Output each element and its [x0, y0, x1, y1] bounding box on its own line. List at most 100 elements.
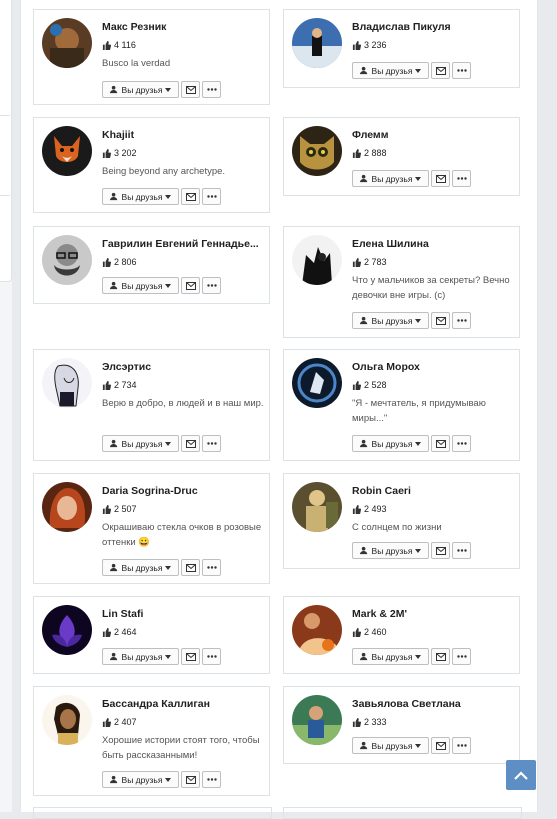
friends-dropdown-button[interactable]: Вы друзья	[102, 277, 179, 294]
friends-dropdown-button[interactable]: Вы друзья	[102, 435, 179, 452]
ellipsis-icon	[206, 442, 217, 445]
friend-card: Гаврилин Евгений Геннадье... 2 806 Вы др…	[33, 226, 270, 304]
message-button[interactable]	[181, 435, 200, 452]
message-button[interactable]	[181, 277, 200, 294]
friends-label: Вы друзья	[121, 191, 163, 202]
message-button[interactable]	[431, 737, 450, 754]
avatar[interactable]	[42, 695, 92, 745]
friends-dropdown-button[interactable]: Вы друзья	[102, 81, 179, 98]
friends-dropdown-button[interactable]: Вы друзья	[352, 648, 429, 665]
card-actions: Вы друзья	[102, 559, 221, 576]
friends-dropdown-button[interactable]: Вы друзья	[102, 771, 179, 788]
avatar[interactable]	[292, 482, 342, 532]
avatar[interactable]	[292, 605, 342, 655]
friends-dropdown-button[interactable]: Вы друзья	[352, 170, 429, 187]
status-text: Верю в добро, в людей и в наш мир.	[102, 398, 264, 409]
avatar[interactable]	[42, 126, 92, 176]
ellipsis-icon	[456, 549, 467, 552]
card-actions: Вы друзья	[352, 648, 471, 665]
friends-label: Вы друзья	[371, 438, 413, 449]
friend-name[interactable]: Daria Sogrina-Druc	[102, 485, 267, 497]
friends-dropdown-button[interactable]: Вы друзья	[102, 188, 179, 205]
more-button[interactable]	[452, 648, 471, 665]
likes-count: 2 464	[102, 627, 137, 637]
friends-dropdown-button[interactable]: Вы друзья	[352, 737, 429, 754]
message-button[interactable]	[181, 559, 200, 576]
avatar[interactable]	[292, 358, 342, 408]
more-button[interactable]	[202, 771, 221, 788]
likes-value: 3 236	[364, 40, 387, 50]
left-sidebar-strip	[0, 0, 12, 812]
avatar-image	[42, 18, 92, 68]
friend-name[interactable]: Khajiit	[102, 129, 267, 141]
more-button[interactable]	[452, 312, 471, 329]
message-button[interactable]	[431, 312, 450, 329]
likes-count: 2 507	[102, 504, 137, 514]
avatar[interactable]	[42, 18, 92, 68]
avatar[interactable]	[292, 126, 342, 176]
more-button[interactable]	[452, 435, 471, 452]
more-button[interactable]	[452, 62, 471, 79]
message-button[interactable]	[431, 648, 450, 665]
friend-name[interactable]: Элсэртис	[102, 361, 267, 373]
envelope-icon	[435, 316, 446, 325]
friend-card: Бассандра Каллиган 2 407 Хорошие истории…	[33, 686, 270, 796]
more-button[interactable]	[202, 81, 221, 98]
friend-name[interactable]: Бассандра Каллиган	[102, 698, 267, 710]
message-button[interactable]	[181, 648, 200, 665]
friend-name[interactable]: Владислав Пикуля	[352, 21, 517, 33]
friend-name[interactable]: Ольга Морох	[352, 361, 517, 373]
thumbs-up-icon	[102, 627, 111, 637]
likes-count: 2 407	[102, 717, 137, 727]
avatar[interactable]	[42, 482, 92, 532]
avatar[interactable]	[42, 358, 92, 408]
ellipsis-icon	[206, 88, 217, 91]
avatar[interactable]	[42, 605, 92, 655]
likes-value: 2 888	[364, 148, 387, 158]
likes-count: 2 806	[102, 257, 137, 267]
avatar[interactable]	[292, 695, 342, 745]
friend-name[interactable]: Robin Caeri	[352, 485, 517, 497]
more-button[interactable]	[202, 188, 221, 205]
friend-name[interactable]: Макс Резник	[102, 21, 267, 33]
message-button[interactable]	[431, 542, 450, 559]
message-button[interactable]	[431, 435, 450, 452]
likes-count: 2 333	[352, 717, 387, 727]
friend-name[interactable]: Завьялова Светлана	[352, 698, 517, 710]
friend-name[interactable]: Елена Шилина	[352, 238, 517, 250]
message-button[interactable]	[181, 188, 200, 205]
avatar[interactable]	[42, 235, 92, 285]
friends-label: Вы друзья	[121, 774, 163, 785]
scroll-to-top-button[interactable]	[506, 760, 536, 790]
thumbs-up-icon	[102, 717, 111, 727]
message-button[interactable]	[181, 81, 200, 98]
friends-dropdown-button[interactable]: Вы друзья	[102, 648, 179, 665]
more-button[interactable]	[202, 277, 221, 294]
thumbs-up-icon	[102, 148, 111, 158]
friend-name[interactable]: Флемм	[352, 129, 517, 141]
more-button[interactable]	[452, 737, 471, 754]
more-button[interactable]	[452, 542, 471, 559]
user-check-icon	[109, 85, 117, 94]
friend-name[interactable]: Гаврилин Евгений Геннадье...	[102, 238, 267, 250]
friends-dropdown-button[interactable]: Вы друзья	[352, 312, 429, 329]
more-button[interactable]	[202, 435, 221, 452]
message-button[interactable]	[181, 771, 200, 788]
user-check-icon	[359, 174, 367, 183]
friends-dropdown-button[interactable]: Вы друзья	[352, 435, 429, 452]
message-button[interactable]	[431, 62, 450, 79]
friends-dropdown-button[interactable]: Вы друзья	[102, 559, 179, 576]
chevron-down-icon	[165, 87, 172, 92]
more-button[interactable]	[452, 170, 471, 187]
divider	[0, 195, 10, 196]
friends-dropdown-button[interactable]: Вы друзья	[352, 62, 429, 79]
more-button[interactable]	[202, 648, 221, 665]
avatar[interactable]	[292, 18, 342, 68]
message-button[interactable]	[431, 170, 450, 187]
friend-card: Элсэртис 2 734 Верю в добро, в людей и в…	[33, 349, 270, 461]
friends-dropdown-button[interactable]: Вы друзья	[352, 542, 429, 559]
friend-name[interactable]: Lin Stafi	[102, 608, 267, 620]
avatar[interactable]	[292, 235, 342, 285]
more-button[interactable]	[202, 559, 221, 576]
friend-name[interactable]: Mark & 2M'	[352, 608, 517, 620]
